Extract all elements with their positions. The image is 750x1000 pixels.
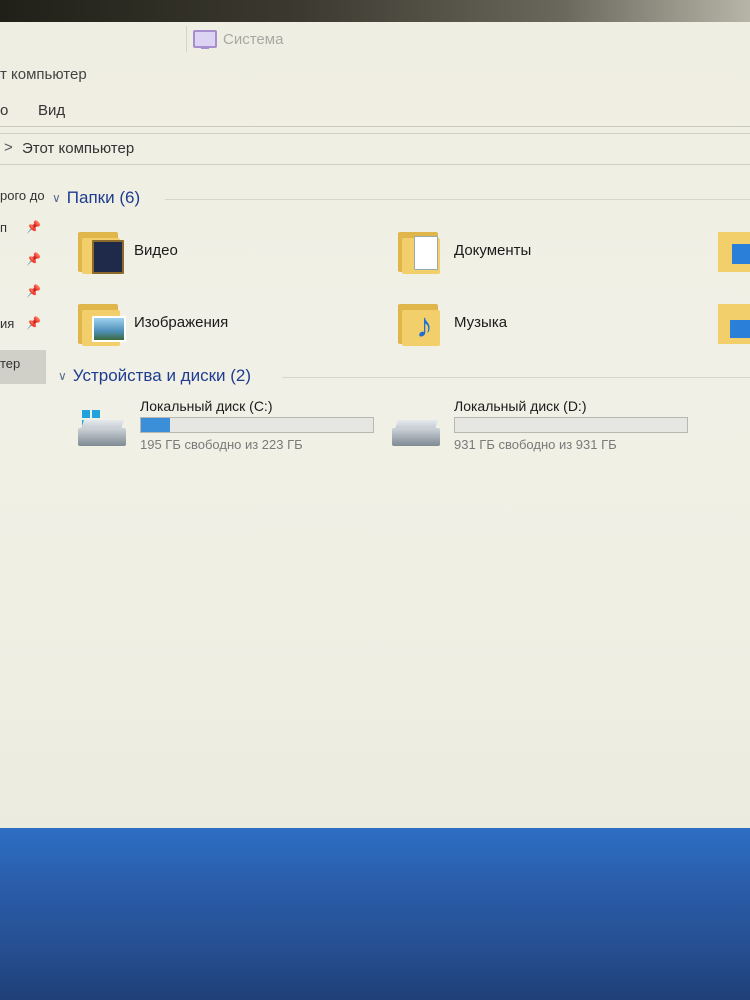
folder-video[interactable]: Видео <box>78 226 178 274</box>
folder-label: Видео <box>134 241 178 259</box>
drive-icon <box>390 410 444 450</box>
ribbon-tabs: о Вид <box>0 98 750 126</box>
folders-section-header[interactable]: ∨ Папки (6) <box>52 188 140 208</box>
drive-c[interactable]: Локальный диск (C:) 195 ГБ свободно из 2… <box>76 398 374 452</box>
system-drive-icon <box>76 410 130 450</box>
nav-item-label: тер <box>0 356 21 371</box>
nav-item-pinned-4[interactable]: ия 📌 <box>0 316 41 344</box>
nav-item-pinned-1[interactable]: п 📌 <box>0 220 41 248</box>
navigation-pane: рого до п 📌 📌 📌 ия 📌 тер <box>0 172 48 830</box>
folder-label: Документы <box>454 241 532 259</box>
downloads-folder-icon[interactable] <box>718 226 750 274</box>
nav-item-label: п <box>0 220 8 235</box>
file-explorer-window: Система т компьютер о Вид > Этот компьют… <box>0 22 750 830</box>
pin-icon[interactable]: 📌 <box>26 284 41 298</box>
nav-item-this-pc[interactable]: тер <box>0 350 46 384</box>
drive-free-space: 195 ГБ свободно из 223 ГБ <box>140 437 303 452</box>
drive-free-space: 931 ГБ свободно из 931 ГБ <box>454 437 617 452</box>
address-bar[interactable]: > Этот компьютер <box>0 133 750 165</box>
section-divider <box>282 377 750 378</box>
monitor-icon <box>193 30 217 49</box>
drive-name: Локальный диск (D:) <box>454 398 587 414</box>
documents-folder-icon <box>398 226 442 274</box>
desktop-folder-icon[interactable] <box>718 298 750 346</box>
pin-icon[interactable]: 📌 <box>26 220 41 234</box>
ribbon-divider <box>0 126 750 127</box>
drive-usage-bar <box>454 417 688 433</box>
ribbon-tab-view[interactable]: Вид <box>38 102 65 119</box>
folder-music[interactable]: ♪ Музыка <box>398 298 507 346</box>
window-title: т компьютер <box>0 66 87 83</box>
drive-name: Локальный диск (C:) <box>140 398 273 414</box>
nav-item-label: ия <box>0 316 15 331</box>
drives-section-header[interactable]: ∨ Устройства и диски (2) <box>58 366 251 386</box>
system-window-tab[interactable]: Система <box>186 26 750 52</box>
ribbon-tab-partial[interactable]: о <box>0 102 8 119</box>
nav-item-quick-access[interactable]: рого до <box>0 188 45 216</box>
chevron-down-icon[interactable]: ∨ <box>58 369 67 383</box>
chevron-down-icon[interactable]: ∨ <box>52 191 61 205</box>
drive-usage-fill <box>141 418 171 432</box>
folder-label: Музыка <box>454 313 508 331</box>
folder-pictures[interactable]: Изображения <box>78 298 228 346</box>
drive-d[interactable]: Локальный диск (D:) 931 ГБ свободно из 9… <box>390 398 688 452</box>
pin-icon[interactable]: 📌 <box>26 316 41 330</box>
drive-usage-bar <box>140 417 374 433</box>
system-tab-label: Система <box>223 30 284 48</box>
taskbar <box>0 828 750 1000</box>
folders-section-title: Папки (6) <box>66 188 141 207</box>
breadcrumb-this-pc[interactable]: Этот компьютер <box>22 140 134 157</box>
pictures-folder-icon <box>78 298 126 346</box>
section-divider <box>165 199 750 200</box>
folder-documents[interactable]: Документы <box>398 226 531 274</box>
pin-icon[interactable]: 📌 <box>26 252 41 266</box>
nav-item-label: рого до <box>0 188 45 203</box>
drives-section-title: Устройства и диски (2) <box>72 366 252 385</box>
music-folder-icon: ♪ <box>398 298 442 346</box>
breadcrumb-separator[interactable]: > <box>4 139 13 156</box>
video-folder-icon <box>78 226 124 274</box>
folder-label: Изображения <box>134 313 229 331</box>
